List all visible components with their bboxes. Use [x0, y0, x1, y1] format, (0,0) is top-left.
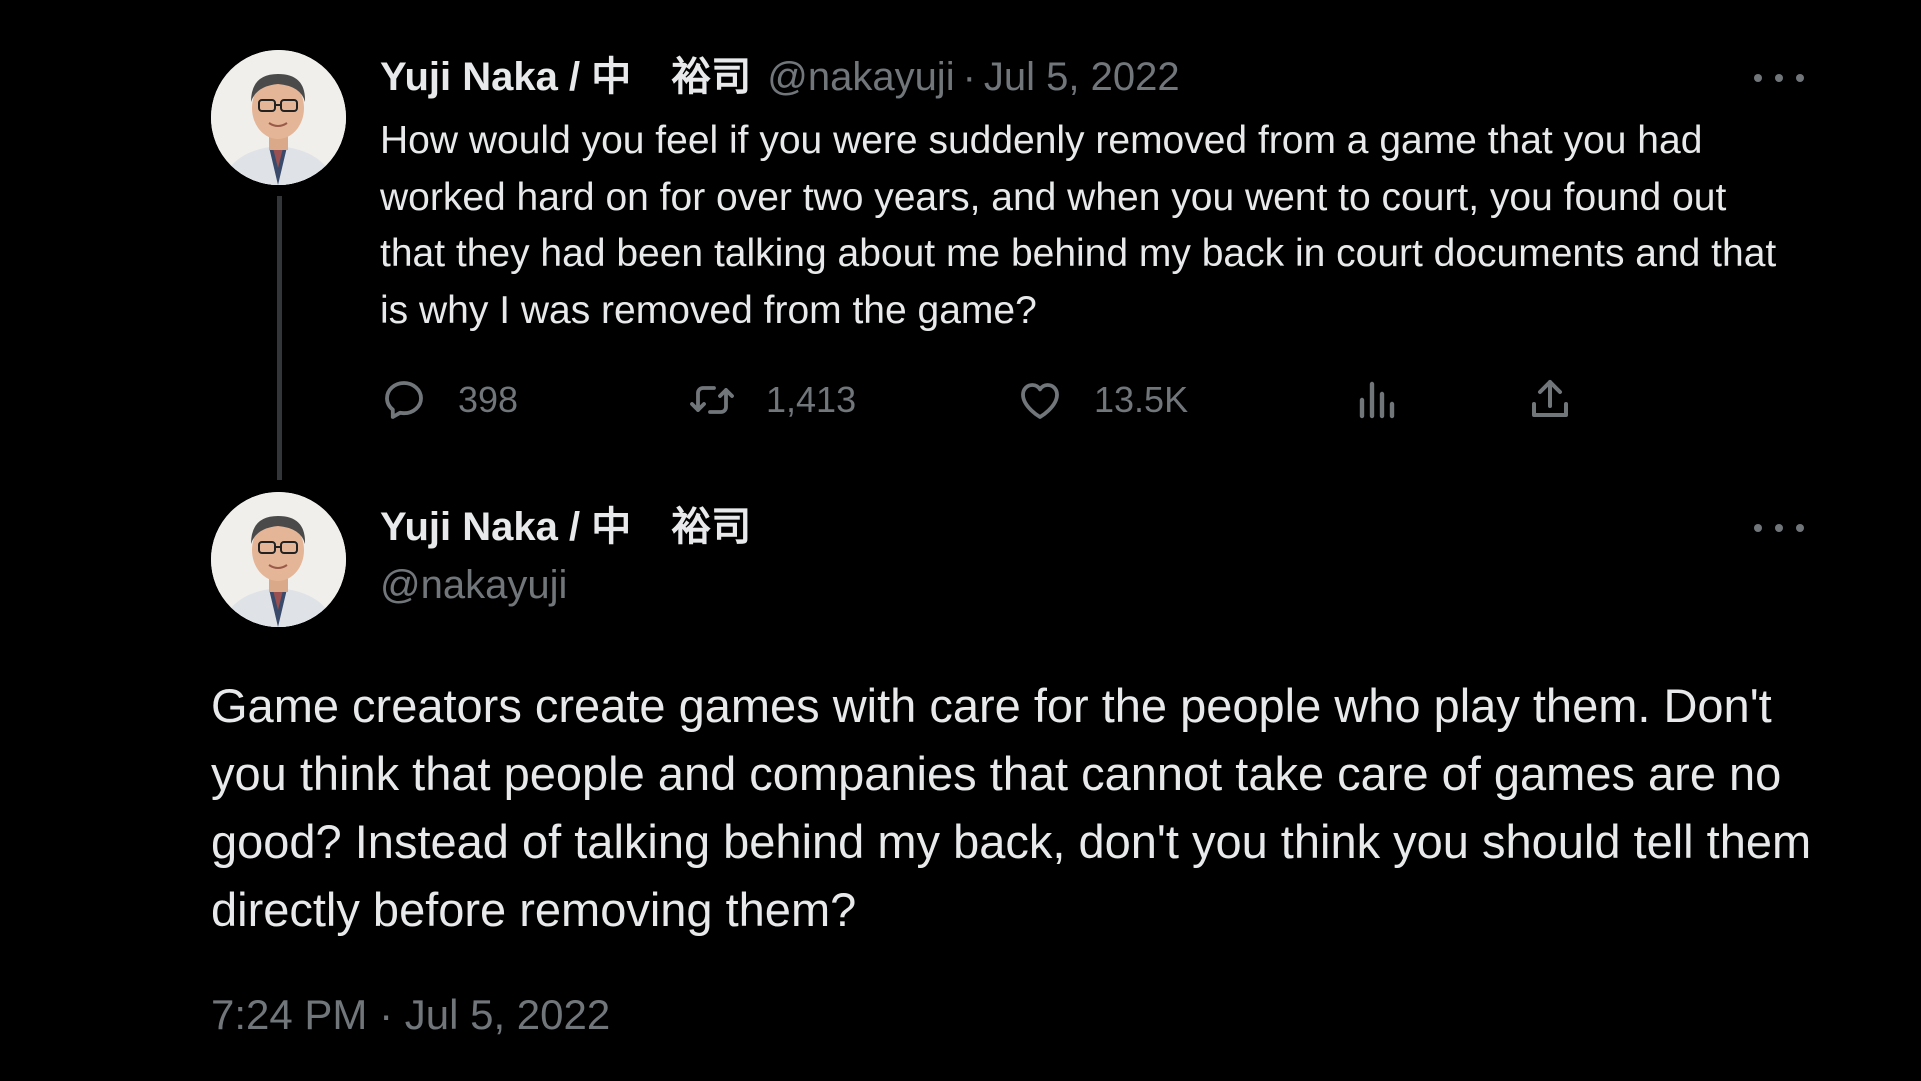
avatar[interactable]: [211, 492, 346, 627]
reply-tweet-text: How would you feel if you were suddenly …: [380, 119, 1777, 332]
more-options-button[interactable]: [1754, 63, 1804, 93]
avatar[interactable]: [211, 50, 346, 185]
more-dot: [1796, 74, 1804, 82]
more-options-button[interactable]: [1754, 513, 1804, 543]
tweet-date[interactable]: Jul 5, 2022: [984, 52, 1180, 102]
author-handle[interactable]: @nakayuji: [380, 560, 567, 610]
reply-icon: [385, 381, 423, 419]
like-count: 13.5K: [1094, 379, 1189, 420]
author-display-name[interactable]: Yuji Naka / 中 裕司: [380, 502, 751, 552]
reply-tweet-header: Yuji Naka / 中 裕司 @nakayuji · Jul 5, 2022: [380, 52, 1180, 102]
author-display-name[interactable]: Yuji Naka / 中 裕司: [380, 52, 751, 102]
share-icon: [1532, 380, 1568, 417]
tweet-action-bar: 398 1,413 13.5K: [380, 372, 1600, 428]
reply-button[interactable]: 398: [380, 372, 518, 428]
more-dot: [1775, 74, 1783, 82]
more-dot: [1775, 524, 1783, 532]
author-handle[interactable]: @nakayuji: [767, 52, 954, 102]
more-dots-icon: [1754, 524, 1762, 532]
views-chart-icon: [1359, 381, 1395, 419]
thread-connector-line: [277, 196, 282, 480]
tweet-timestamp[interactable]: 7:24 PM · Jul 5, 2022: [211, 987, 610, 1043]
share-button[interactable]: [1526, 372, 1574, 428]
more-dot: [1796, 524, 1804, 532]
like-button[interactable]: 13.5K: [1016, 372, 1188, 428]
retweet-count: 1,413: [766, 379, 857, 420]
heart-icon: [1021, 383, 1059, 419]
tweet-thread: Yuji Naka / 中 裕司 @nakayuji · Jul 5, 2022…: [0, 0, 1921, 1081]
reply-count: 398: [458, 379, 519, 420]
views-button[interactable]: [1354, 372, 1402, 428]
more-dots-icon: [1754, 74, 1762, 82]
main-tweet-text: Game creators create games with care for…: [211, 679, 1812, 936]
retweet-button[interactable]: 1,413: [688, 372, 856, 428]
retweet-icon: [690, 386, 734, 414]
profile-photo: [211, 50, 346, 185]
separator-dot: ·: [962, 55, 976, 99]
profile-photo: [211, 492, 346, 627]
